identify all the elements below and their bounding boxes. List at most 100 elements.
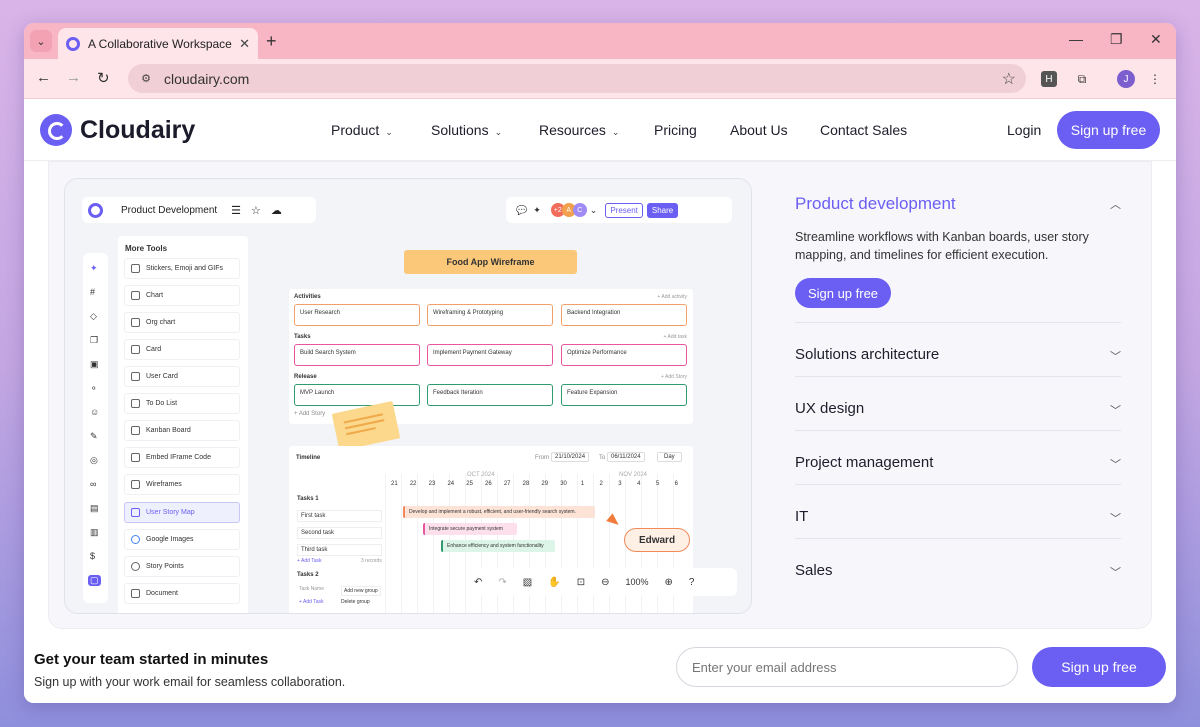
redo-icon: ↷	[498, 576, 507, 588]
email-input[interactable]	[676, 647, 1018, 687]
frame-title: Food App Wireframe	[404, 250, 577, 274]
nav-product[interactable]: Product ⌄	[331, 122, 393, 138]
address-bar[interactable]: ⚙ cloudairy.com ☆	[128, 64, 1026, 93]
chevron-down-icon: ⌄	[385, 127, 393, 137]
sticker-icon: ☺	[90, 407, 100, 417]
avatar: C	[572, 203, 587, 217]
gantt-bar: Enhance efficiency and system functional…	[441, 540, 555, 552]
add-activity: + Add activity	[657, 294, 687, 300]
profile-avatar[interactable]: J	[1117, 70, 1135, 88]
chevron-down-icon: ⌄	[494, 127, 503, 137]
app-top-bar: Product Development ☰ ☆ ☁	[82, 197, 316, 223]
user-story-map: Activities + Add activity User Research …	[289, 289, 693, 424]
browser-menu-icon[interactable]: ⋮	[1149, 68, 1161, 90]
maximize-icon[interactable]: ❐	[1110, 31, 1123, 48]
feature-card: Product Development ☰ ☆ ☁ 💬 ✦ +2 A C ⌄ P…	[48, 161, 1152, 629]
tool-item: Document	[124, 583, 240, 604]
story-card: Backend Integration	[561, 304, 687, 326]
globe-icon: ◎	[90, 455, 98, 465]
chevron-down-icon: ⌄	[589, 204, 598, 215]
divider	[795, 322, 1121, 323]
gantt-bar: Develop and implement a robust, efficien…	[403, 506, 595, 518]
site-info-icon[interactable]: ⚙	[138, 71, 154, 87]
activities-label: Activities	[294, 294, 321, 300]
reload-icon[interactable]: ↻	[97, 69, 110, 87]
collaborator-label: Edward	[624, 528, 690, 552]
doc-title: Product Development	[121, 204, 218, 216]
star-icon: ☆	[251, 204, 261, 217]
release-label: Release	[294, 374, 317, 380]
tool-item: Card	[124, 339, 240, 360]
chevron-down-icon[interactable]: ﹀	[1110, 348, 1121, 364]
divider	[795, 538, 1121, 539]
tool-item: Story Points	[124, 556, 240, 577]
cloud-icon: ☁	[270, 204, 282, 217]
help-icon: ?	[688, 576, 695, 588]
tool-item: Google Images	[124, 529, 240, 550]
accordion-title[interactable]: Product development	[795, 194, 1121, 214]
chevron-down-icon[interactable]: ﹀	[1110, 510, 1121, 526]
product-screenshot: Product Development ☰ ☆ ☁ 💬 ✦ +2 A C ⌄ P…	[64, 178, 752, 614]
zoom-out-icon: ⊖	[601, 576, 610, 588]
add-story-bottom: + Add Story	[294, 411, 326, 417]
forward-icon[interactable]: →	[66, 69, 81, 86]
chevron-down-icon[interactable]: ﹀	[1110, 456, 1121, 472]
tool-item: Wireframes	[124, 474, 240, 495]
divider	[795, 430, 1121, 431]
accordion-signup-button[interactable]: Sign up free	[795, 278, 891, 308]
accordion-item-sales[interactable]: Sales ﹀	[795, 562, 1121, 579]
favicon-icon	[66, 36, 80, 51]
accordion-item-solutions-architecture[interactable]: Solutions architecture ﹀	[795, 346, 1121, 363]
nav-contact-sales[interactable]: Contact Sales	[820, 122, 907, 138]
chevron-down-icon[interactable]: ﹀	[1110, 564, 1121, 580]
chevron-down-icon[interactable]: ﹀	[1110, 402, 1121, 418]
story-card: Optimize Performance	[561, 344, 687, 366]
link-icon: ∞	[90, 479, 97, 489]
add-story: + Add Story	[661, 374, 687, 380]
sparkle-icon: ✦	[90, 263, 98, 273]
minimize-icon[interactable]: —	[1069, 31, 1083, 47]
tab-bar: ⌄ A Collaborative Workspace | Clo ✕ + — …	[24, 23, 1176, 59]
header-signup-button[interactable]: Sign up free	[1057, 111, 1160, 149]
menu-icon: ☰	[231, 204, 242, 217]
hash-icon: #	[90, 287, 96, 297]
close-window-icon[interactable]: ✕	[1150, 31, 1162, 48]
tab-search-button[interactable]: ⌄	[30, 30, 52, 52]
web-page: Cloudairy Product ⌄ Solutions ⌄ Resources ⌄…	[24, 99, 1176, 703]
accordion-item-ux-design[interactable]: UX design ﹀	[795, 400, 1121, 417]
nav-pricing[interactable]: Pricing	[654, 122, 697, 138]
chevron-up-icon[interactable]: ︿	[1110, 196, 1121, 212]
extension-h-icon[interactable]: H	[1041, 71, 1057, 87]
connector-icon: ⚬	[90, 383, 98, 393]
zoom-in-icon: ⊕	[664, 576, 673, 588]
brand-logo[interactable]: Cloudairy	[40, 114, 195, 146]
signup-bar-button[interactable]: Sign up free	[1032, 647, 1166, 687]
extensions-puzzle-icon[interactable]: ⧉	[1072, 68, 1092, 90]
story-card: MVP Launch	[294, 384, 420, 406]
chevron-down-icon: ⌄	[36, 35, 46, 48]
nav-solutions[interactable]: Solutions ⌄	[431, 122, 502, 138]
new-tab-icon[interactable]: +	[266, 31, 277, 52]
apps-icon: ▢	[88, 575, 101, 586]
zoom-level: 100%	[625, 577, 649, 587]
nav-resources[interactable]: Resources ⌄	[539, 122, 619, 138]
timeline-days: 21 22 23 24 25 26 27 28 29 30 1 2 3 4 5 6	[391, 481, 679, 487]
nav-about-us[interactable]: About Us	[730, 122, 788, 138]
shapes-icon: ◇	[90, 311, 97, 321]
site-header: Cloudairy Product ⌄ Solutions ⌄ Resources ⌄…	[24, 99, 1176, 161]
tool-item: Kanban Board	[124, 420, 240, 441]
accordion-item-product-development[interactable]: Product development ︿ Streamline workflo…	[795, 194, 1121, 308]
accordion-item-project-management[interactable]: Project management ﹀	[795, 454, 1121, 471]
back-icon[interactable]: ←	[36, 69, 51, 86]
story-card: Feature Expansion	[561, 384, 687, 406]
brand-name: Cloudairy	[80, 115, 196, 144]
login-link[interactable]: Login	[1007, 122, 1041, 138]
browser-tab[interactable]: A Collaborative Workspace | Clo ✕	[58, 28, 258, 59]
accordion-item-it[interactable]: IT ﹀	[795, 508, 1121, 525]
close-tab-icon[interactable]: ✕	[239, 36, 250, 52]
celebrate-icon: ✦	[533, 204, 541, 215]
divider	[795, 376, 1121, 377]
map-icon: ▧	[522, 576, 533, 588]
undo-icon: ↶	[474, 576, 483, 588]
bookmark-star-icon[interactable]: ☆	[1002, 69, 1016, 89]
